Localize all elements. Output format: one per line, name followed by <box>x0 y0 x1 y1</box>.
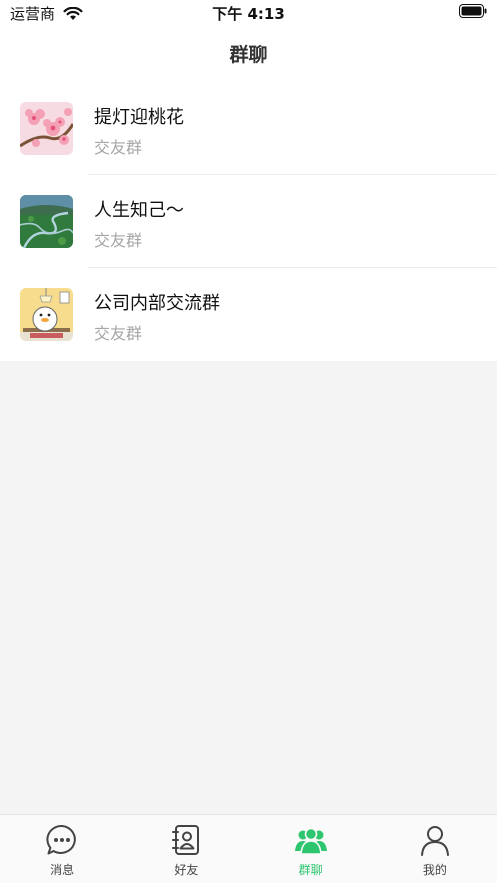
group-type: 交友群 <box>94 231 143 250</box>
group-list-item[interactable]: 提灯迎桃花 交友群 <box>0 82 497 175</box>
group-people-icon <box>294 827 327 855</box>
group-list: 提灯迎桃花 交友群 人生知己～ 交友群 公司内部交流群 交友群 <box>0 82 497 361</box>
tab-label: 消息 <box>50 863 75 877</box>
group-list-item[interactable]: 人生知己～ 交友群 <box>0 175 497 268</box>
tab-bar: 消息 好友 群聊 我的 <box>0 814 497 883</box>
green-landscape-avatar <box>20 195 73 248</box>
person-icon <box>420 826 449 856</box>
tab-groups[interactable]: 群聊 <box>249 815 373 883</box>
group-list-item[interactable]: 公司内部交流群 交友群 <box>0 268 497 361</box>
battery-icon <box>459 4 487 18</box>
group-name: 公司内部交流群 <box>94 293 220 314</box>
status-time: 下午 4:13 <box>212 5 285 23</box>
group-name: 人生知己～ <box>94 200 184 221</box>
peach-blossom-avatar <box>20 102 73 155</box>
group-name: 提灯迎桃花 <box>94 107 184 128</box>
cartoon-duck-avatar <box>20 288 73 341</box>
status-bar: 运营商 下午 4:13 <box>0 0 497 26</box>
tab-label: 我的 <box>422 863 447 877</box>
chat-bubble-icon <box>46 824 76 855</box>
contacts-book-icon <box>172 825 200 855</box>
page-title: 群聊 <box>229 44 268 66</box>
tab-label: 群聊 <box>298 863 323 877</box>
nav-bar: 群聊 <box>0 26 497 82</box>
tab-profile[interactable]: 我的 <box>373 815 497 883</box>
tab-messages[interactable]: 消息 <box>0 815 124 883</box>
group-type: 交友群 <box>94 324 143 343</box>
tab-label: 好友 <box>174 863 199 877</box>
group-type: 交友群 <box>94 138 143 157</box>
tab-friends[interactable]: 好友 <box>124 815 248 883</box>
